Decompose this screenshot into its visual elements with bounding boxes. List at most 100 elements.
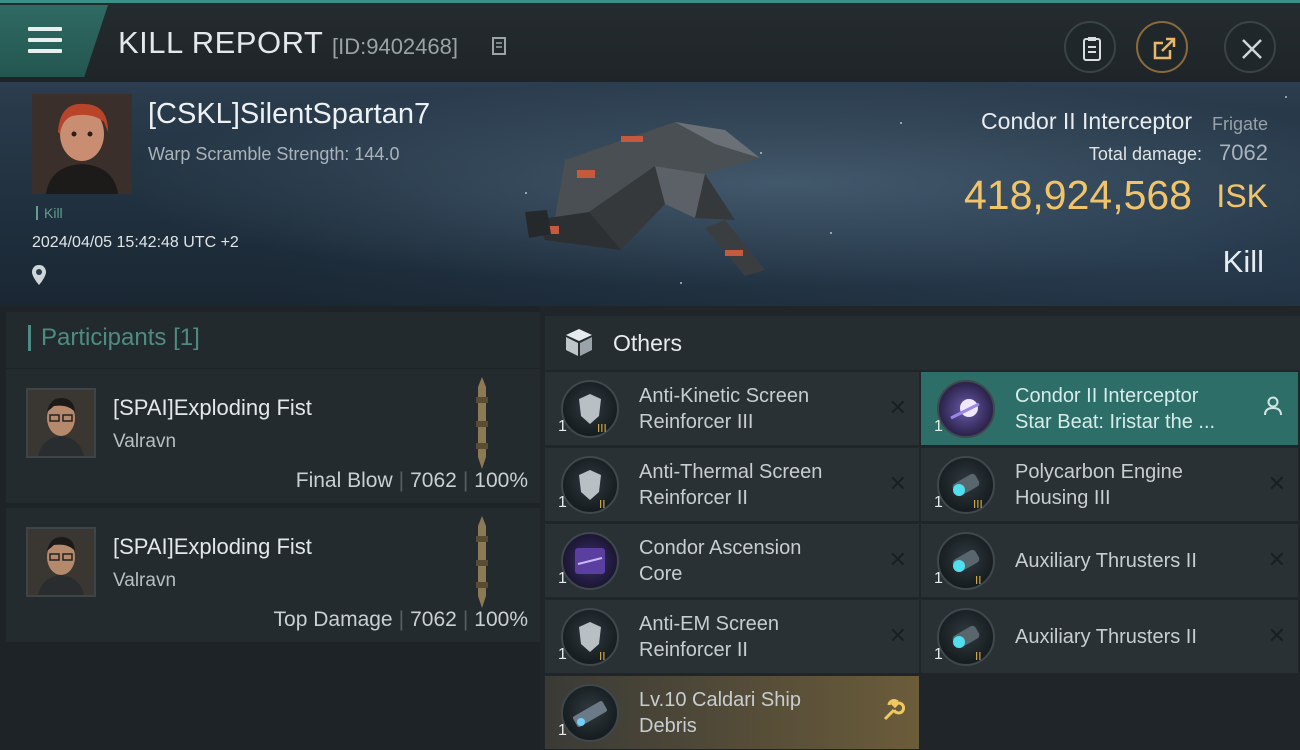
participants-title: Participants [1] xyxy=(28,325,200,351)
report-id: [ID:9402468] xyxy=(332,34,458,59)
hamburger-icon xyxy=(28,27,62,60)
participant-avatar[interactable] xyxy=(26,527,96,597)
destroyed-icon: ✕ xyxy=(888,396,907,421)
kill-tag: Kill xyxy=(36,206,63,220)
item-row[interactable]: 1 Condor Ascension Core ✕ xyxy=(545,524,919,597)
cargo-box-icon xyxy=(566,329,592,356)
destroyed-icon: ✕ xyxy=(1267,548,1286,573)
top-bar: KILL REPORT [ID:9402468] xyxy=(0,0,1300,82)
thruster-module-icon: II xyxy=(937,532,995,590)
ship-render xyxy=(525,122,765,276)
item-row[interactable]: 1 Lv.10 Caldari Ship Debris xyxy=(545,676,919,749)
destroyed-icon: ✕ xyxy=(888,624,907,649)
item-row[interactable]: II 1 Auxiliary Thrusters II ✕ xyxy=(921,600,1298,673)
participant-name[interactable]: [SPAI]Exploding Fist xyxy=(113,395,312,421)
participants-count: [1] xyxy=(173,324,200,351)
item-name: Condor Ascension Core xyxy=(639,537,802,585)
engine-module-icon: III xyxy=(937,456,995,514)
item-row[interactable]: II 1 Auxiliary Thrusters II ✕ xyxy=(921,524,1298,597)
weapon-icon xyxy=(476,516,488,608)
item-row[interactable]: III 1 Polycarbon Engine Housing III ✕ xyxy=(921,448,1298,521)
close-button[interactable] xyxy=(1224,21,1276,73)
menu-button[interactable] xyxy=(0,5,108,77)
item-quantity: 1 xyxy=(558,646,567,663)
close-icon xyxy=(1242,39,1262,59)
item-quantity: 1 xyxy=(934,646,943,663)
warp-scramble-strength: Warp Scramble Strength: 144.0 xyxy=(148,144,400,164)
share-button[interactable] xyxy=(1136,21,1188,73)
item-quantity: 1 xyxy=(558,494,567,511)
weapon-icon xyxy=(476,377,488,469)
victim-name[interactable]: [CSKL]SilentSpartan7 xyxy=(148,98,430,131)
svg-text:II: II xyxy=(975,650,982,663)
participant-portrait xyxy=(28,390,94,456)
participant-damage: 7062 xyxy=(410,608,457,631)
copy-icon[interactable] xyxy=(492,37,506,55)
svg-text:II: II xyxy=(599,650,606,663)
victim-avatar xyxy=(32,94,132,194)
participant-ship: Valravn xyxy=(113,431,177,452)
participant-role: Final Blow xyxy=(295,469,393,492)
clipboard-icon xyxy=(1083,37,1101,61)
item-name: Auxiliary Thrusters II xyxy=(1015,550,1197,572)
item-name: Anti-Kinetic Screen Reinforcer III xyxy=(639,385,810,433)
participant-name[interactable]: [SPAI]Exploding Fist xyxy=(113,534,312,560)
total-damage-label: Total damage: xyxy=(1088,144,1202,164)
wrench-icon xyxy=(883,699,905,721)
item-row[interactable]: II 1 Anti-EM Screen Reinforcer II ✕ xyxy=(545,600,919,673)
victim-ship-class: Frigate xyxy=(1211,114,1268,134)
kill-result: Kill xyxy=(1222,244,1264,279)
item-name: Polycarbon Engine Housing III xyxy=(1015,461,1183,509)
page-title: KILL REPORT xyxy=(118,25,324,60)
item-row[interactable]: III 1 Anti-Kinetic Screen Reinforcer III … xyxy=(545,372,919,445)
destroyed-icon: ✕ xyxy=(888,472,907,497)
shield-module-icon: III xyxy=(561,380,619,438)
victim-ship-name[interactable]: Condor II Interceptor xyxy=(981,108,1192,135)
item-quantity: 1 xyxy=(934,418,943,435)
report-log-button[interactable] xyxy=(1064,21,1116,73)
item-name: Lv.10 Caldari Ship Debris xyxy=(639,689,801,737)
item-quantity: 1 xyxy=(934,494,943,511)
svg-text:III: III xyxy=(597,422,607,435)
participant-damage: 7062 xyxy=(410,469,457,492)
item-row[interactable]: 1 Condor II Interceptor Star Beat: Irista… xyxy=(921,372,1298,445)
item-name: Anti-EM Screen Reinforcer II xyxy=(639,613,780,661)
isk-value: 418,924,568 xyxy=(963,172,1192,218)
svg-text:III: III xyxy=(973,498,983,511)
participant-stats: Top Damage | 7062 | 100% xyxy=(273,608,528,631)
participant-portrait xyxy=(28,529,94,595)
destroyed-icon: ✕ xyxy=(1267,624,1286,649)
isk-unit: ISK xyxy=(1216,178,1268,214)
item-row[interactable]: II 1 Anti-Thermal Screen Reinforcer II ✕ xyxy=(545,448,919,521)
participant-avatar[interactable] xyxy=(26,388,96,458)
participant-percent: 100% xyxy=(474,608,528,631)
shield-module-icon: II xyxy=(561,456,619,514)
svg-text:II: II xyxy=(599,498,606,511)
thruster-module-icon: II xyxy=(937,608,995,666)
participant-percent: 100% xyxy=(474,469,528,492)
location-pin-icon[interactable] xyxy=(31,264,47,286)
participant-row[interactable]: [SPAI]Exploding Fist Valravn Top Damage |… xyxy=(6,508,540,642)
total-damage-value: 7062 xyxy=(1219,140,1268,165)
shield-module-icon: II xyxy=(561,608,619,666)
destroyed-icon: ✕ xyxy=(1267,472,1286,497)
item-name: Anti-Thermal Screen Reinforcer II xyxy=(639,461,823,509)
item-quantity: 1 xyxy=(558,418,567,435)
item-quantity: 1 xyxy=(558,722,567,739)
victim-portrait[interactable] xyxy=(32,94,132,194)
participant-ship: Valravn xyxy=(113,570,177,591)
owner-icon xyxy=(1264,396,1282,416)
share-icon xyxy=(1153,37,1176,60)
others-title: Others xyxy=(613,330,683,356)
kill-summary-banner: [CSKL]SilentSpartan7 Warp Scramble Stren… xyxy=(0,82,1300,306)
participant-role: Top Damage xyxy=(273,608,393,631)
participant-stats: Final Blow | 7062 | 100% xyxy=(295,469,528,492)
ship-skin-icon xyxy=(937,380,995,438)
item-name: Condor II Interceptor Star Beat: Iristar … xyxy=(1015,385,1216,433)
item-name: Auxiliary Thrusters II xyxy=(1015,626,1197,648)
core-icon xyxy=(561,532,619,590)
item-quantity: 1 xyxy=(934,570,943,587)
participant-row[interactable]: [SPAI]Exploding Fist Valravn Final Blow |… xyxy=(6,369,540,503)
item-quantity: 1 xyxy=(558,570,567,587)
kill-timestamp: 2024/04/05 15:42:48 UTC +2 xyxy=(32,234,239,251)
